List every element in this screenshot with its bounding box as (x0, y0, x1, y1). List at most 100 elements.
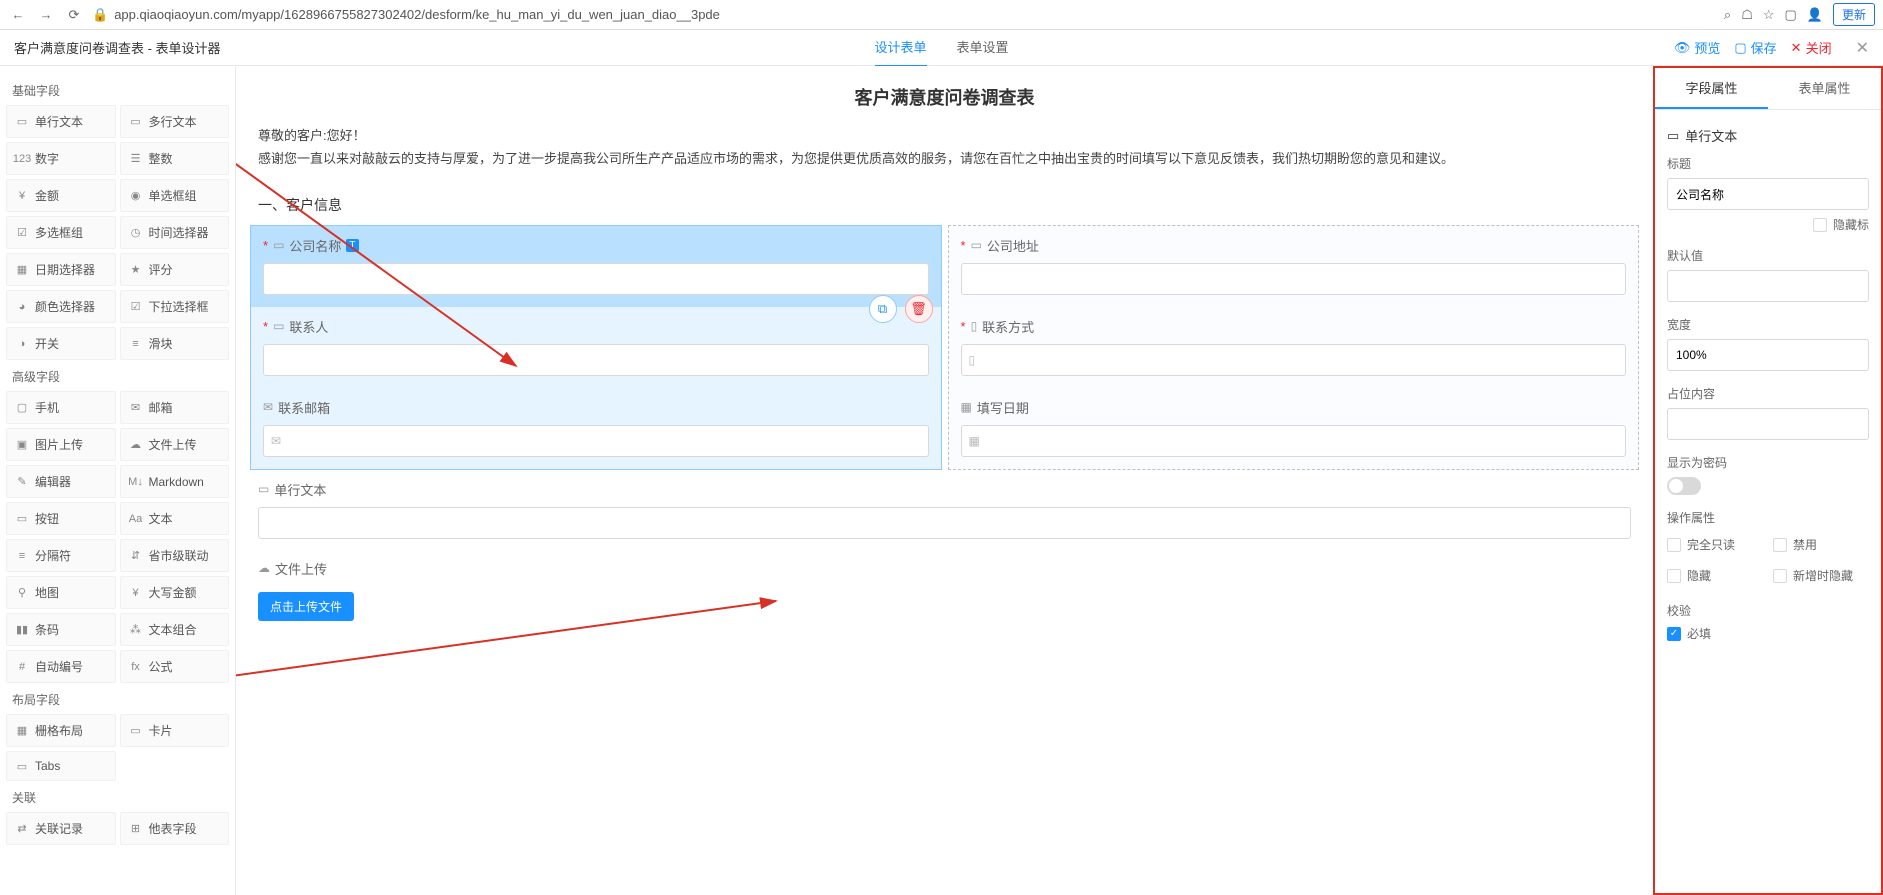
contact-email-input[interactable] (263, 425, 929, 457)
palette-item[interactable]: ▮▮条码 (6, 613, 116, 646)
tab-design-form[interactable]: 设计表单 (874, 28, 926, 67)
palette-item[interactable]: ⇵省市级联动 (120, 539, 230, 572)
upload-button[interactable]: 点击上传文件 (258, 592, 354, 621)
palette-item[interactable]: fx公式 (120, 650, 230, 683)
readonly-checkbox[interactable] (1667, 538, 1681, 552)
preview-button[interactable]: 👁预览 (1674, 38, 1721, 57)
show-password-toggle[interactable] (1667, 477, 1701, 495)
prop-title-input[interactable] (1667, 178, 1869, 210)
field-contact-person[interactable]: *▭联系人 (251, 307, 941, 388)
field-label: 公式 (149, 658, 173, 675)
reload-icon[interactable]: ⟳ (64, 5, 84, 25)
palette-item[interactable]: ☑多选框组 (6, 216, 116, 249)
palette-item[interactable]: ▭Tabs (6, 751, 116, 781)
single-text-input[interactable] (258, 507, 1631, 539)
field-single-text[interactable]: ▭单行文本 (244, 470, 1645, 549)
palette-item[interactable]: #自动编号 (6, 650, 116, 683)
palette-item[interactable]: ◕颜色选择器 (6, 290, 116, 323)
palette-item[interactable]: ◷时间选择器 (120, 216, 230, 249)
palette-item[interactable]: ◉单选框组 (120, 179, 230, 212)
palette-item[interactable]: ★评分 (120, 253, 230, 286)
disabled-checkbox[interactable] (1773, 538, 1787, 552)
palette-item[interactable]: ▭卡片 (120, 714, 230, 747)
palette-item[interactable]: ▢手机 (6, 391, 116, 424)
palette-item[interactable]: M↓Markdown (120, 465, 230, 498)
field-icon: ⚲ (15, 586, 29, 600)
field-icon: ¥ (129, 586, 143, 600)
palette-item[interactable]: ✉邮箱 (120, 391, 230, 424)
share-icon[interactable]: ☖ (1741, 7, 1753, 23)
field-contact-email[interactable]: ✉联系邮箱 ✉ (251, 388, 941, 469)
palette-item[interactable]: ☰整数 (120, 142, 230, 175)
palette-item[interactable]: ▭多行文本 (120, 105, 230, 138)
contact-method-input[interactable] (961, 344, 1627, 376)
update-button[interactable]: 更新 (1833, 3, 1875, 26)
grid-col-left[interactable]: *▭公司名称T ⧉ 🗑 *▭联系人 ✉联系邮箱 ✉ (250, 225, 942, 470)
palette-item[interactable]: ⁂文本组合 (120, 613, 230, 646)
palette-item[interactable]: ¥金额 (6, 179, 116, 212)
fill-date-input[interactable] (961, 425, 1627, 457)
tab-form-props[interactable]: 表单属性 (1768, 68, 1881, 109)
palette-item[interactable]: ▦栅格布局 (6, 714, 116, 747)
forward-icon[interactable]: → (36, 5, 56, 25)
required-checkbox[interactable]: ✓ (1667, 627, 1681, 641)
back-icon[interactable]: ← (8, 5, 28, 25)
palette-item[interactable]: ⚲地图 (6, 576, 116, 609)
palette-item[interactable]: ▣图片上传 (6, 428, 116, 461)
prop-placeholder-label: 占位内容 (1667, 385, 1869, 402)
form-canvas[interactable]: 客户满意度问卷调查表 尊敬的客户:您好！ 感谢您一直以来对敲敲云的支持与厚爱，为… (236, 66, 1653, 895)
grid-col-right[interactable]: *▭公司地址 *▯联系方式 ▯ ▦填写日期 ▦ (948, 225, 1640, 470)
palette-item[interactable]: 123数字 (6, 142, 116, 175)
palette-item[interactable]: ⊞他表字段 (120, 812, 230, 845)
star-icon[interactable]: ☆ (1763, 7, 1775, 23)
palette-item[interactable]: Aa文本 (120, 502, 230, 535)
field-icon: 123 (15, 152, 29, 166)
dismiss-icon[interactable]: ✕ (1856, 38, 1869, 58)
field-icon: ◑ (15, 337, 29, 351)
field-contact-method[interactable]: *▯联系方式 ▯ (949, 307, 1639, 388)
close-icon: ✕ (1791, 40, 1802, 56)
palette-item[interactable]: ▭单行文本 (6, 105, 116, 138)
close-button[interactable]: ✕关闭 (1791, 38, 1832, 57)
field-label: 文件上传 (149, 436, 197, 453)
palette-item[interactable]: ☁文件上传 (120, 428, 230, 461)
company-name-input[interactable] (263, 263, 929, 295)
palette-item[interactable]: ▭按钮 (6, 502, 116, 535)
save-button[interactable]: ▢保存 (1734, 38, 1776, 57)
profile-icon[interactable]: 👤 (1807, 7, 1823, 23)
group-advanced-title: 高级字段 (6, 360, 229, 391)
prop-placeholder-input[interactable] (1667, 408, 1869, 440)
window-icon[interactable]: ▢ (1785, 7, 1797, 23)
hide-on-add-checkbox[interactable] (1773, 569, 1787, 583)
palette-item[interactable]: ☑下拉选择框 (120, 290, 230, 323)
hide-title-checkbox[interactable] (1813, 218, 1827, 232)
field-company-address[interactable]: *▭公司地址 (949, 226, 1639, 307)
eye-icon: 👁 (1674, 40, 1691, 56)
prop-default-input[interactable] (1667, 270, 1869, 302)
palette-item[interactable]: ▦日期选择器 (6, 253, 116, 286)
field-file-upload[interactable]: ☁文件上传 点击上传文件 (244, 549, 1645, 631)
prop-show-pwd-label: 显示为密码 (1667, 454, 1869, 471)
palette-item[interactable]: ¥大写金额 (120, 576, 230, 609)
palette-item[interactable]: ≡分隔符 (6, 539, 116, 572)
palette-item[interactable]: ≡滑块 (120, 327, 230, 360)
tab-field-props[interactable]: 字段属性 (1655, 68, 1768, 109)
field-label: 按钮 (35, 510, 59, 527)
browser-bar: ← → ⟳ 🔒 app.qiaoqiaoyun.com/myapp/162896… (0, 0, 1883, 30)
field-label: 卡片 (149, 722, 173, 739)
contact-person-input[interactable] (263, 344, 929, 376)
prop-width-input[interactable] (1667, 339, 1869, 371)
key-icon[interactable]: ⌕ (1724, 7, 1731, 23)
field-icon: ▭ (15, 115, 29, 129)
url-bar[interactable]: 🔒 app.qiaoqiaoyun.com/myapp/162896675582… (92, 7, 1716, 23)
field-icon: ☑ (129, 300, 143, 314)
tab-form-settings[interactable]: 表单设置 (957, 28, 1009, 67)
prop-operation-label: 操作属性 (1667, 509, 1869, 526)
palette-item[interactable]: ✎编辑器 (6, 465, 116, 498)
field-fill-date[interactable]: ▦填写日期 ▦ (949, 388, 1639, 469)
field-company-name[interactable]: *▭公司名称T ⧉ 🗑 (251, 226, 941, 307)
palette-item[interactable]: ⇄关联记录 (6, 812, 116, 845)
hidden-checkbox[interactable] (1667, 569, 1681, 583)
palette-item[interactable]: ◑开关 (6, 327, 116, 360)
company-address-input[interactable] (961, 263, 1627, 295)
